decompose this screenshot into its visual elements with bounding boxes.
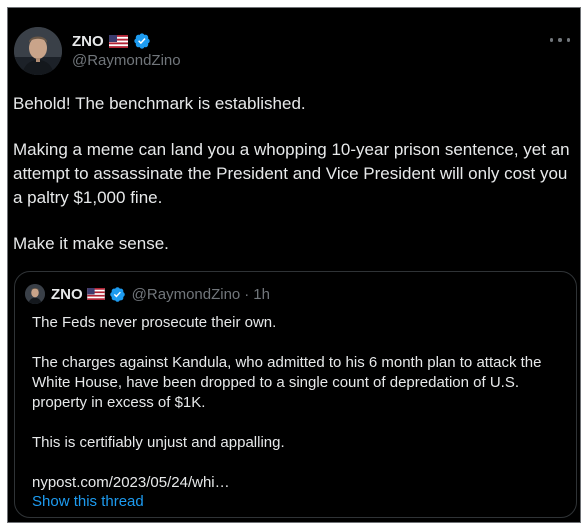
avatar-image	[14, 27, 62, 75]
us-flag-icon	[86, 288, 105, 300]
show-thread-link[interactable]: Show this thread	[32, 492, 144, 512]
quoted-text: The Feds never prosecute their own. The …	[32, 313, 562, 493]
quoted-display-name: ZNO	[51, 285, 83, 303]
verified-badge-icon	[133, 33, 150, 49]
tweet-paragraph: Behold! The benchmark is established.	[13, 94, 306, 113]
more-options-button[interactable]	[550, 34, 570, 46]
quoted-paragraph: This is certifiably unjust and appalling…	[32, 434, 285, 451]
quoted-handle: @RaymondZino	[131, 285, 241, 303]
more-horizontal-icon	[550, 38, 554, 42]
display-name[interactable]: ZNO	[72, 33, 104, 50]
tweet-text: Behold! The benchmark is established. Ma…	[13, 92, 578, 256]
tweet-card: ZNO @RaymondZino Behold! The benchmark i…	[7, 7, 581, 523]
avatar[interactable]	[14, 27, 62, 75]
handle[interactable]: @RaymondZino	[72, 52, 181, 69]
verified-badge-icon	[109, 286, 125, 302]
author-row: ZNO	[72, 31, 151, 51]
quoted-paragraph: The Feds never prosecute their own.	[32, 314, 277, 331]
quoted-tweet[interactable]: ZNO @RaymondZino · 1h The Feds never pro…	[14, 271, 577, 518]
quoted-timestamp[interactable]: 1h	[253, 286, 270, 303]
tweet-paragraph: Making a meme can land you a whopping 10…	[13, 140, 570, 207]
separator-dot: ·	[244, 285, 250, 303]
quoted-paragraph: The charges against Kandula, who admitte…	[32, 354, 542, 411]
tweet-paragraph: Make it make sense.	[13, 234, 169, 253]
quoted-link-text: nypost.com/2023/05/24/whi…	[32, 474, 230, 491]
us-flag-icon	[108, 34, 128, 48]
quoted-author-row: ZNO @RaymondZino · 1h	[25, 284, 270, 304]
quoted-avatar	[25, 284, 45, 304]
